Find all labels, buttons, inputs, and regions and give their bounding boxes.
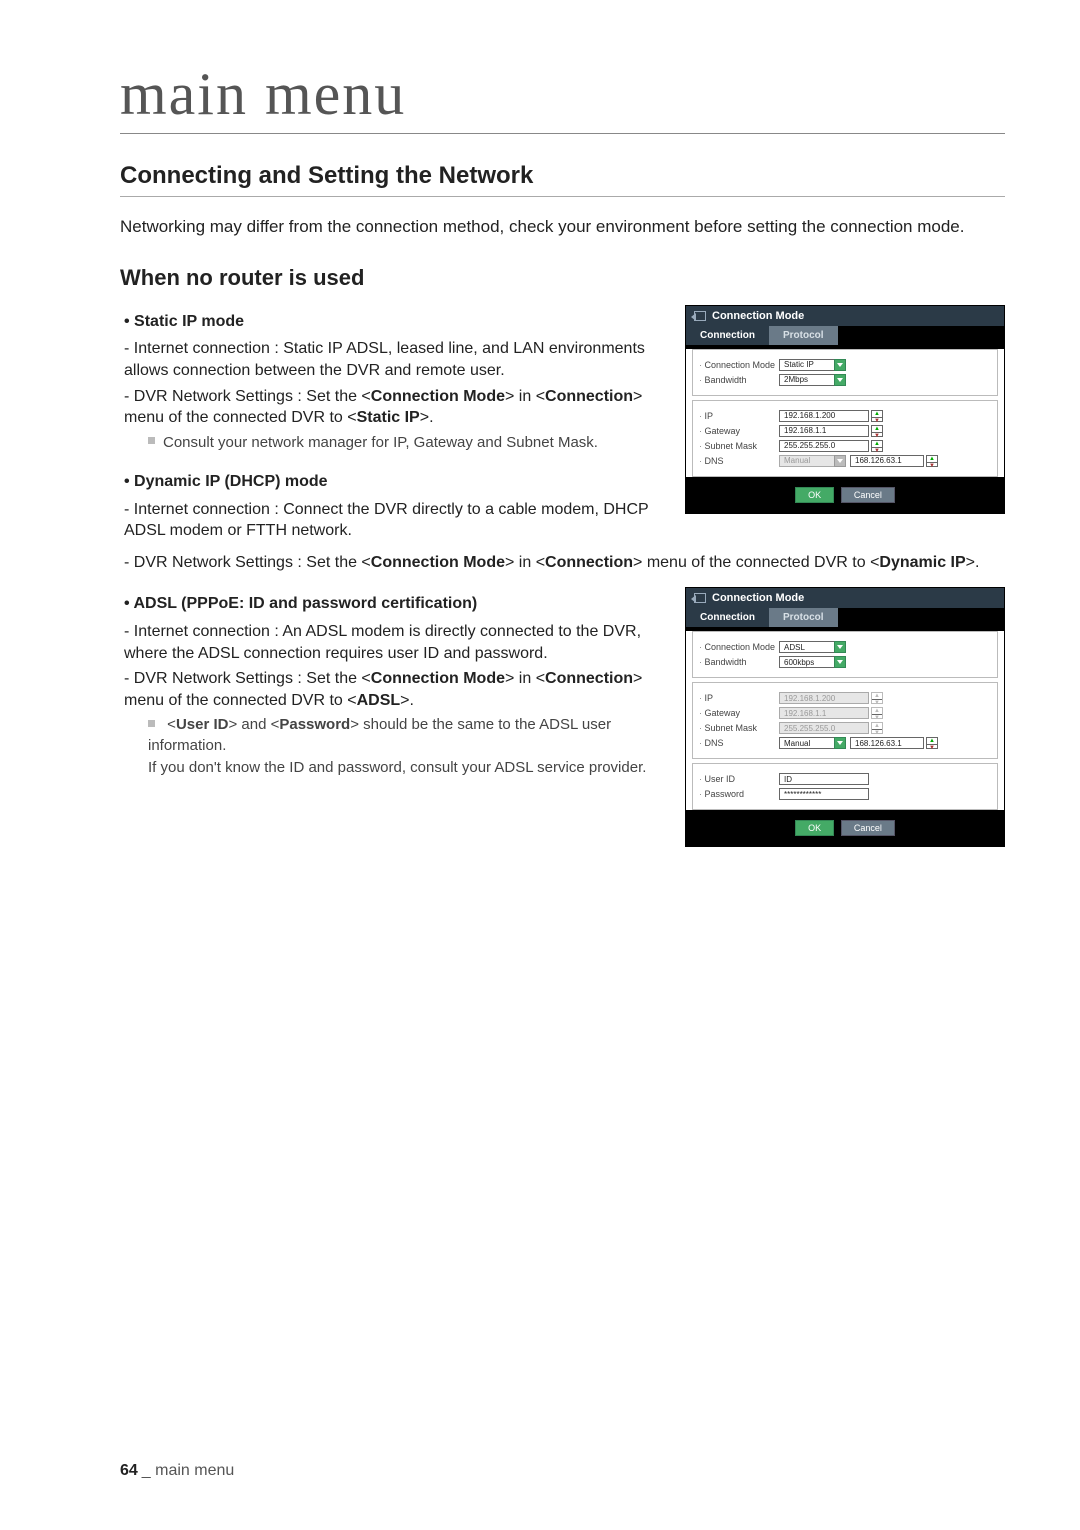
- dns-stepper[interactable]: ▲▼: [926, 455, 938, 467]
- tab-protocol[interactable]: Protocol: [769, 326, 838, 345]
- static-ip-heading: Static IP mode: [124, 311, 665, 333]
- subnet-field[interactable]: 255.255.255.0: [779, 440, 869, 452]
- static-ip-p1: Internet connection : Static IP ADSL, le…: [124, 338, 665, 381]
- conn-mode-select[interactable]: ADSL: [779, 641, 835, 653]
- bandwidth-label: Bandwidth: [699, 657, 779, 667]
- gateway-field[interactable]: 192.168.1.1: [779, 425, 869, 437]
- chevron-down-icon: [834, 455, 846, 467]
- chevron-down-icon[interactable]: [834, 737, 846, 749]
- page-footer: 64_ main menu: [120, 1462, 234, 1480]
- dns-label: DNS: [699, 738, 779, 748]
- page-number: 64: [120, 1462, 138, 1479]
- dns-stepper[interactable]: ▲▼: [926, 737, 938, 749]
- ok-button[interactable]: OK: [795, 487, 834, 503]
- chevron-down-icon[interactable]: [834, 656, 846, 668]
- back-icon[interactable]: [694, 593, 706, 603]
- bandwidth-select[interactable]: 600kbps: [779, 656, 835, 668]
- ip-field[interactable]: 192.168.1.200: [779, 410, 869, 422]
- dhcp-p2: DVR Network Settings : Set the <Connecti…: [124, 552, 1005, 574]
- conn-mode-label: Connection Mode: [699, 642, 779, 652]
- dialog-title: Connection Mode: [712, 310, 804, 322]
- gateway-field: 192.168.1.1: [779, 707, 869, 719]
- userid-label: User ID: [699, 774, 779, 784]
- connection-mode-dialog-static: Connection Mode Connection Protocol Conn…: [685, 305, 1005, 514]
- gateway-stepper: ▲▼: [871, 707, 883, 719]
- dns-field[interactable]: 168.126.63.1: [850, 455, 924, 467]
- dns-field[interactable]: 168.126.63.1: [850, 737, 924, 749]
- subnet-field: 255.255.255.0: [779, 722, 869, 734]
- chevron-down-icon[interactable]: [834, 359, 846, 371]
- back-icon[interactable]: [694, 311, 706, 321]
- bandwidth-label: Bandwidth: [699, 375, 779, 385]
- adsl-note2: If you don't know the ID and password, c…: [148, 758, 665, 778]
- chevron-down-icon[interactable]: [834, 374, 846, 386]
- dialog-title: Connection Mode: [712, 592, 804, 604]
- conn-mode-select[interactable]: Static IP: [779, 359, 835, 371]
- ip-label: IP: [699, 693, 779, 703]
- subnet-label: Subnet Mask: [699, 723, 779, 733]
- ip-field: 192.168.1.200: [779, 692, 869, 704]
- adsl-heading: ADSL (PPPoE: ID and password certificati…: [124, 593, 665, 615]
- dns-mode-select: Manual: [779, 455, 835, 467]
- chevron-down-icon[interactable]: [834, 641, 846, 653]
- userid-field[interactable]: ID: [779, 773, 869, 785]
- adsl-p1: Internet connection : An ADSL modem is d…: [124, 621, 665, 664]
- gateway-label: Gateway: [699, 426, 779, 436]
- chapter-title: main menu: [120, 60, 1005, 134]
- cancel-button[interactable]: Cancel: [841, 487, 895, 503]
- password-label: Password: [699, 789, 779, 799]
- gateway-label: Gateway: [699, 708, 779, 718]
- ok-button[interactable]: OK: [795, 820, 834, 836]
- adsl-note: <User ID> and <Password> should be the s…: [148, 715, 665, 778]
- subnet-stepper: ▲▼: [871, 722, 883, 734]
- ip-stepper: ▲▼: [871, 692, 883, 704]
- gateway-stepper[interactable]: ▲▼: [871, 425, 883, 437]
- subnet-stepper[interactable]: ▲▼: [871, 440, 883, 452]
- ip-label: IP: [699, 411, 779, 421]
- tab-protocol[interactable]: Protocol: [769, 608, 838, 627]
- static-ip-p2: DVR Network Settings : Set the <Connecti…: [124, 386, 665, 429]
- section-title: Connecting and Setting the Network: [120, 162, 1005, 197]
- dns-mode-select[interactable]: Manual: [779, 737, 835, 749]
- dhcp-heading: Dynamic IP (DHCP) mode: [124, 471, 665, 493]
- adsl-p2: DVR Network Settings : Set the <Connecti…: [124, 668, 665, 711]
- conn-mode-label: Connection Mode: [699, 360, 779, 370]
- dns-label: DNS: [699, 456, 779, 466]
- ip-stepper[interactable]: ▲▼: [871, 410, 883, 422]
- tab-connection[interactable]: Connection: [686, 608, 769, 627]
- subsection-title: When no router is used: [120, 265, 1005, 291]
- subnet-label: Subnet Mask: [699, 441, 779, 451]
- tab-connection[interactable]: Connection: [686, 326, 769, 345]
- password-field[interactable]: ************: [779, 788, 869, 800]
- connection-mode-dialog-adsl: Connection Mode Connection Protocol Conn…: [685, 587, 1005, 847]
- intro-text: Networking may differ from the connectio…: [120, 215, 1005, 239]
- bandwidth-select[interactable]: 2Mbps: [779, 374, 835, 386]
- static-ip-note: Consult your network manager for IP, Gat…: [148, 433, 665, 453]
- cancel-button[interactable]: Cancel: [841, 820, 895, 836]
- dhcp-p1: Internet connection : Connect the DVR di…: [124, 499, 665, 542]
